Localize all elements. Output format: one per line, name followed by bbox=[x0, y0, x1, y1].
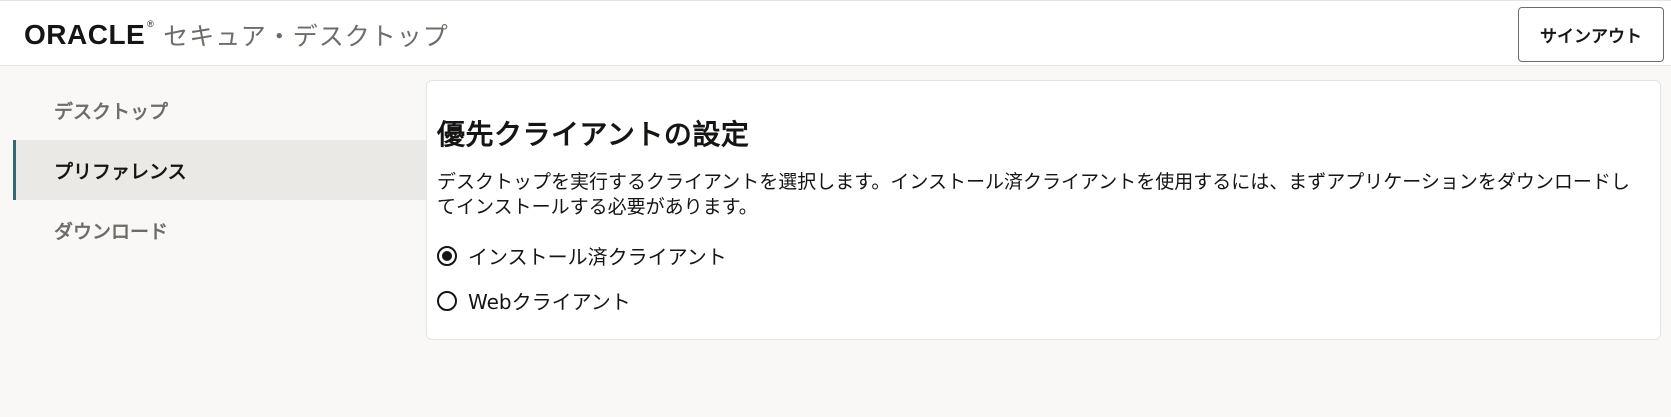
sidebar-item-label: プリファレンス bbox=[54, 160, 187, 183]
sidebar-item-preferences[interactable]: プリファレンス bbox=[13, 140, 426, 200]
preferred-client-card: 優先クライアントの設定 デスクトップを実行するクライアントを選択します。インスト… bbox=[426, 80, 1661, 340]
sidebar-nav: デスクトップ プリファレンス ダウンロード bbox=[0, 80, 426, 260]
app-header: ORACLE ® セキュア・デスクトップ サインアウト bbox=[0, 0, 1671, 66]
sidebar-item-label: ダウンロード bbox=[54, 220, 169, 243]
page-description: デスクトップを実行するクライアントを選択します。インストール済クライアントを使用… bbox=[437, 171, 1630, 218]
radio-option-web-client[interactable]: Webクライアント bbox=[437, 286, 631, 315]
radio-label: Webクライアント bbox=[468, 290, 631, 314]
sidebar-item-download[interactable]: ダウンロード bbox=[13, 200, 426, 260]
product-name: セキュア・デスクトップ bbox=[163, 22, 449, 51]
oracle-logo: ORACLE ® bbox=[24, 19, 155, 50]
sidebar-item-label: デスクトップ bbox=[54, 100, 169, 123]
radio-option-installed-client[interactable]: インストール済クライアント bbox=[437, 241, 727, 270]
radio-label: インストール済クライアント bbox=[468, 245, 727, 269]
sidebar-item-desktop[interactable]: デスクトップ bbox=[13, 80, 426, 140]
page-title: 優先クライアントの設定 bbox=[437, 118, 750, 151]
radio-button-unchecked[interactable] bbox=[437, 290, 457, 311]
signout-button[interactable]: サインアウト bbox=[1518, 7, 1664, 62]
radio-button-checked[interactable] bbox=[437, 245, 457, 266]
brand: ORACLE ® セキュア・デスクトップ bbox=[24, 15, 449, 55]
